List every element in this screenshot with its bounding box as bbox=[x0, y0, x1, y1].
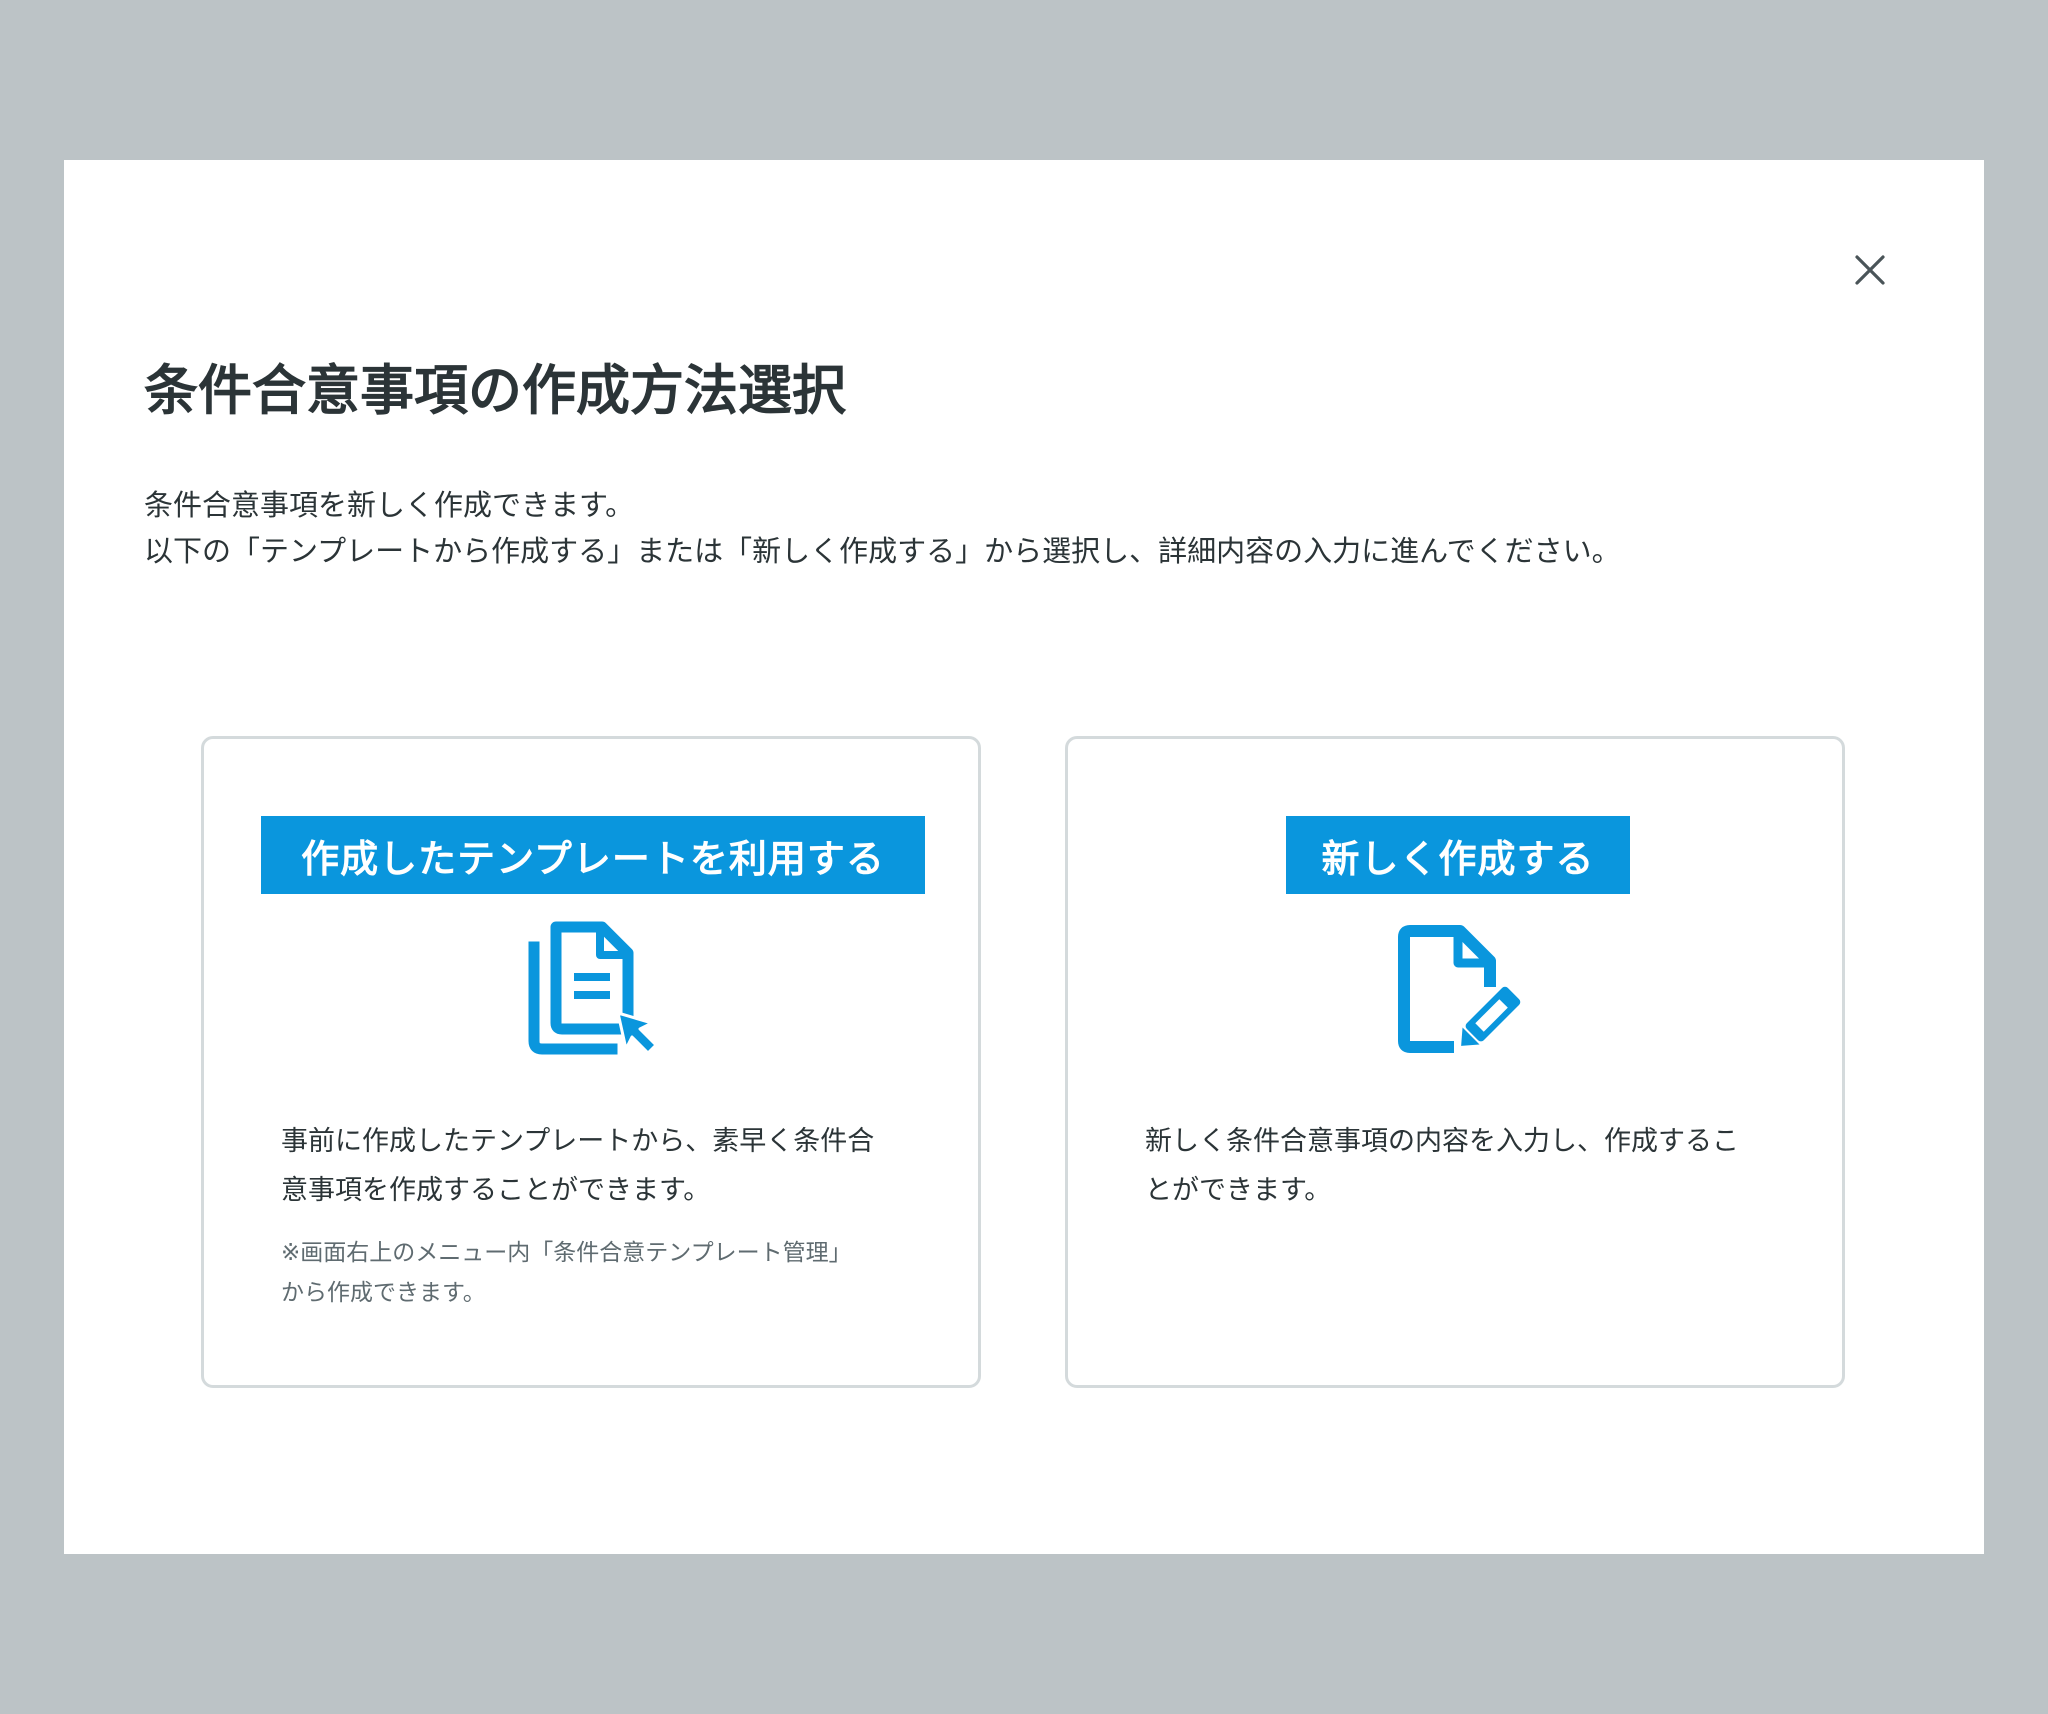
description-line: とができます。 bbox=[1145, 1175, 1332, 1206]
note-line: ※画面右上のメニュー内「条件合意テンプレート管理」 bbox=[281, 1240, 852, 1266]
use-template-label: 作成したテンプレートを利用する bbox=[261, 816, 925, 894]
create-new-label: 新しく作成する bbox=[1286, 816, 1630, 894]
create-new-option-card[interactable]: 新しく作成する 新しく条件合意事項の内容を入力し、作成するこ とができます。 bbox=[1065, 736, 1845, 1388]
description-line: 意事項を作成することができます。 bbox=[281, 1175, 711, 1206]
description-line: 条件合意事項を新しく作成できます。 bbox=[144, 488, 635, 522]
template-management-note: ※画面右上のメニュー内「条件合意テンプレート管理」 から作成できます。 bbox=[281, 1233, 852, 1313]
modal-title: 条件合意事項の作成方法選択 bbox=[144, 359, 846, 422]
create-new-description: 新しく条件合意事項の内容を入力し、作成するこ とができます。 bbox=[1145, 1117, 1785, 1215]
use-template-option-card[interactable]: 作成したテンプレートを利用する 事前に作成したテンプレートから、素早く条件合 意… bbox=[201, 736, 981, 1388]
modal-description: 条件合意事項を新しく作成できます。 以下の「テンプレートから作成する」または「新… bbox=[144, 482, 1621, 574]
description-line: 事前に作成したテンプレートから、素早く条件合 bbox=[281, 1126, 875, 1157]
create-method-modal: 条件合意事項の作成方法選択 条件合意事項を新しく作成できます。 以下の「テンプレ… bbox=[64, 160, 1984, 1554]
template-document-cursor-icon bbox=[528, 921, 658, 1055]
description-line: 以下の「テンプレートから作成する」または「新しく作成する」から選択し、詳細内容の… bbox=[144, 534, 1621, 568]
use-template-description: 事前に作成したテンプレートから、素早く条件合 意事項を作成することができます。 bbox=[281, 1117, 921, 1215]
close-button[interactable] bbox=[1846, 246, 1894, 294]
new-document-edit-icon bbox=[1398, 925, 1521, 1053]
description-line: 新しく条件合意事項の内容を入力し、作成するこ bbox=[1145, 1126, 1739, 1157]
note-line: から作成できます。 bbox=[281, 1280, 486, 1306]
close-icon bbox=[1855, 255, 1885, 285]
